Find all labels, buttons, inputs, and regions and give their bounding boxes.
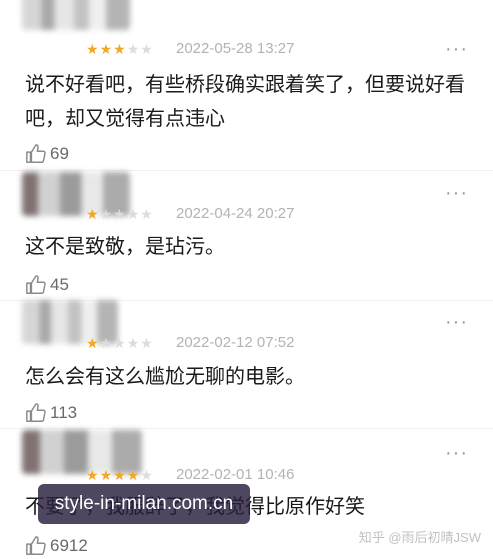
like-count: 69	[50, 144, 69, 163]
review-text: 说不好看吧，有些桥段确实跟着笑了，但要说好看吧，却又觉得有点违心	[25, 74, 465, 130]
like-button[interactable]: 45	[25, 274, 69, 296]
more-dots-icon[interactable]: ···	[445, 443, 468, 463]
star-empty-icon: ★	[113, 335, 127, 351]
rating-stars: ★★★★★	[86, 467, 154, 483]
more-dots-icon[interactable]: ···	[445, 183, 468, 203]
review-time: 2022-02-01 10:46	[176, 466, 295, 483]
review-text: 怎么会有这么尴尬无聊的电影。	[25, 366, 305, 388]
star-empty-icon: ★	[113, 206, 127, 222]
more-dots-icon[interactable]: ···	[445, 312, 468, 332]
review-time: 2022-02-12 07:52	[176, 334, 295, 351]
divider	[0, 428, 493, 429]
star-filled-icon: ★	[113, 467, 127, 483]
star-filled-icon: ★	[113, 41, 127, 57]
like-button[interactable]: 69	[25, 143, 69, 165]
like-button[interactable]: 113	[25, 402, 77, 424]
like-count: 6912	[50, 536, 88, 555]
review-time: 2022-04-24 20:27	[176, 205, 295, 222]
star-filled-icon: ★	[126, 467, 141, 483]
more-dots-icon[interactable]: ···	[445, 39, 468, 59]
star-empty-icon: ★	[126, 41, 141, 57]
review-text: 这不是致敬，是玷污。	[25, 236, 225, 258]
star-empty-icon: ★	[99, 335, 114, 351]
star-empty-icon: ★	[99, 206, 114, 222]
overlay-watermark: style-in-milan.com.cn	[38, 484, 250, 524]
star-filled-icon: ★	[99, 41, 114, 57]
thumbs-up-icon	[26, 275, 46, 294]
star-empty-icon: ★	[140, 335, 154, 351]
like-count: 45	[50, 275, 69, 294]
avatar[interactable]	[22, 0, 130, 30]
review-time: 2022-05-28 13:27	[176, 40, 295, 57]
rating-stars: ★★★★★	[86, 41, 154, 57]
rating-stars: ★★★★★	[86, 206, 154, 222]
star-filled-icon: ★	[86, 41, 100, 57]
like-button[interactable]: 6912	[25, 535, 88, 557]
star-filled-icon: ★	[86, 467, 100, 483]
thumbs-up-icon	[26, 536, 46, 555]
divider	[0, 170, 493, 171]
star-filled-icon: ★	[99, 467, 114, 483]
source-watermark: 知乎 @雨后初晴JSW	[358, 530, 481, 545]
star-empty-icon: ★	[140, 206, 154, 222]
star-filled-icon: ★	[86, 335, 100, 351]
thumbs-up-icon	[26, 144, 46, 163]
star-filled-icon: ★	[86, 206, 100, 222]
star-empty-icon: ★	[126, 335, 141, 351]
star-empty-icon: ★	[126, 206, 141, 222]
like-count: 113	[50, 403, 78, 422]
star-empty-icon: ★	[140, 467, 154, 483]
thumbs-up-icon	[26, 403, 46, 422]
rating-stars: ★★★★★	[86, 335, 154, 351]
star-empty-icon: ★	[140, 41, 154, 57]
